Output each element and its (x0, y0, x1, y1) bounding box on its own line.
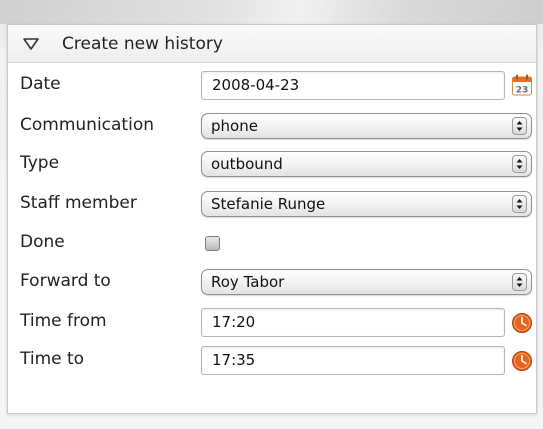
time-to-row: Time to 17:35 (8, 346, 536, 375)
forward-to-value: Roy Tabor (211, 273, 285, 291)
clock-icon[interactable] (511, 348, 533, 372)
date-label: Date (20, 74, 61, 94)
time-from-label: Time from (20, 311, 107, 331)
forward-to-select[interactable]: Roy Tabor (201, 269, 532, 295)
create-history-panel: Create new history Date 2008-04-23 23 Co… (7, 24, 537, 414)
done-row: Done (8, 229, 536, 257)
communication-row: Communication phone (8, 112, 536, 140)
forward-to-label: Forward to (20, 271, 111, 291)
communication-value: phone (211, 117, 258, 135)
time-from-input[interactable]: 17:20 (201, 308, 505, 337)
time-to-label: Time to (20, 349, 85, 369)
communication-label: Communication (20, 115, 154, 135)
type-row: Type outbound (8, 150, 536, 178)
date-row: Date 2008-04-23 23 (8, 71, 536, 100)
select-arrows-icon (512, 195, 527, 213)
select-arrows-icon (512, 117, 527, 135)
staff-member-select[interactable]: Stefanie Runge (201, 191, 532, 217)
done-checkbox[interactable] (205, 236, 220, 251)
staff-member-label: Staff member (20, 193, 137, 213)
staff-member-value: Stefanie Runge (211, 195, 326, 213)
calendar-icon[interactable]: 23 (511, 73, 533, 97)
triangle-down-icon[interactable] (22, 37, 40, 51)
panel-title: Create new history (62, 33, 223, 54)
select-arrows-icon (512, 155, 527, 173)
forward-to-row: Forward to Roy Tabor (8, 268, 536, 296)
done-label: Done (20, 232, 65, 252)
calendar-day-text: 23 (516, 86, 529, 96)
window-top-shade (0, 0, 543, 24)
communication-select[interactable]: phone (201, 113, 532, 139)
clock-icon[interactable] (511, 310, 533, 334)
type-select[interactable]: outbound (201, 151, 532, 177)
date-input[interactable]: 2008-04-23 (201, 71, 505, 100)
type-label: Type (20, 153, 60, 173)
type-value: outbound (211, 155, 283, 173)
time-from-row: Time from 17:20 (8, 308, 536, 337)
panel-header[interactable]: Create new history (8, 25, 536, 63)
select-arrows-icon (512, 273, 527, 291)
staff-member-row: Staff member Stefanie Runge (8, 190, 536, 218)
time-to-input[interactable]: 17:35 (201, 346, 505, 375)
